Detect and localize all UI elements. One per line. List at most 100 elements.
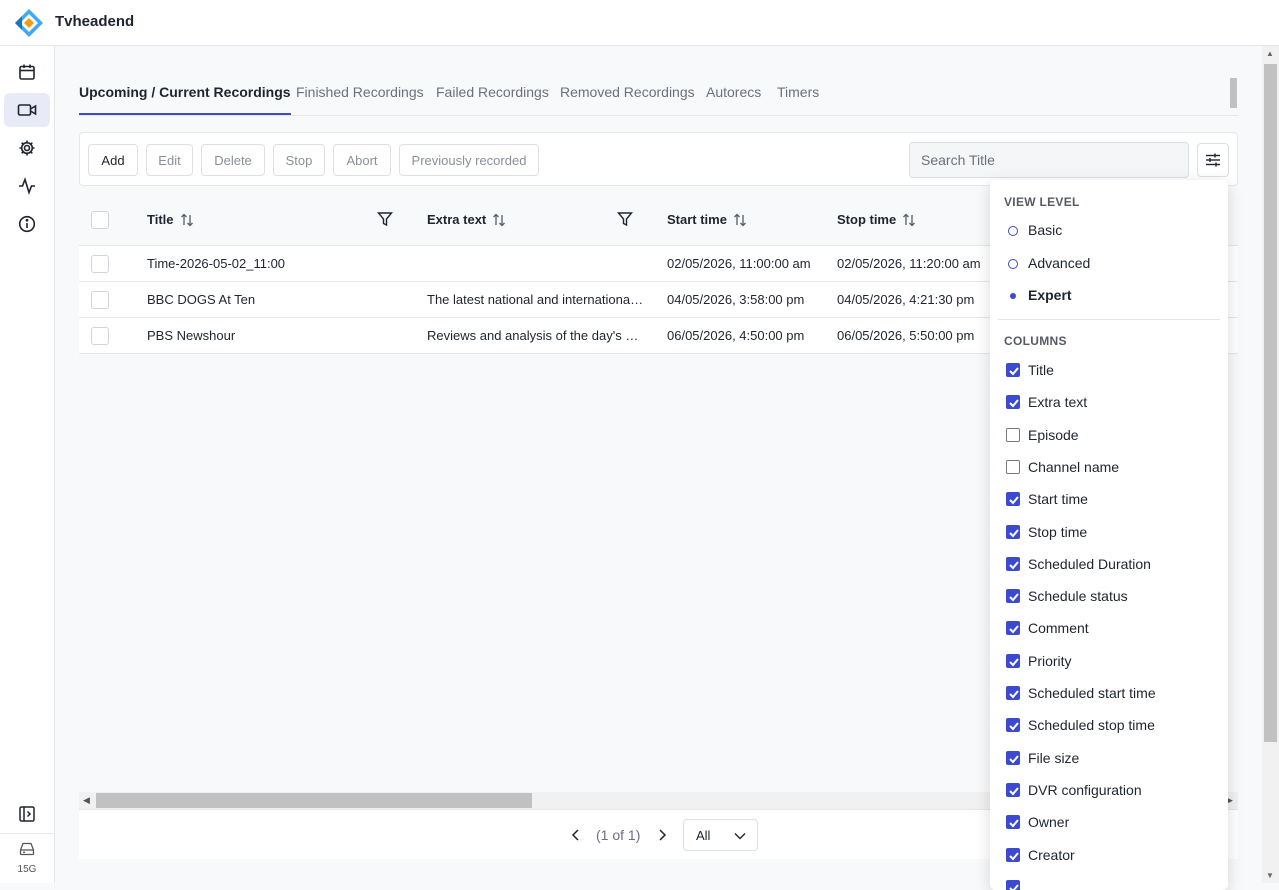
- activity-icon: [19, 177, 35, 195]
- tab-timers[interactable]: Timers: [777, 84, 819, 115]
- cell-extra-text: The latest national and international ne…: [427, 292, 645, 307]
- sidebar-toggle-button[interactable]: [4, 797, 50, 831]
- column-header-stop-time-label: Stop time: [837, 212, 897, 227]
- column-toggle-label: Priority: [1028, 652, 1072, 669]
- tabs-scrollbar[interactable]: [1229, 70, 1239, 116]
- sidebar-item-dvr[interactable]: [4, 93, 50, 127]
- toolbar: Add Edit Delete Stop Abort Previously re…: [79, 132, 1238, 186]
- previously-recorded-button[interactable]: Previously recorded: [399, 144, 539, 176]
- checkbox-checked-icon: [1006, 621, 1020, 636]
- tvheadend-logo-icon[interactable]: [14, 8, 44, 38]
- add-button[interactable]: Add: [88, 144, 138, 176]
- video-camera-icon: [17, 104, 37, 116]
- delete-button[interactable]: Delete: [201, 144, 265, 176]
- sidebar-collapse-icon: [19, 806, 35, 822]
- sort-icon[interactable]: [492, 213, 506, 227]
- scroll-left-icon[interactable]: ◀: [83, 795, 90, 806]
- column-toggle-label: Scheduled Duration: [1028, 555, 1151, 572]
- column-toggle-label: Episode: [1028, 426, 1079, 443]
- sidebar-item-configuration[interactable]: [4, 131, 50, 165]
- radio-label: Advanced: [1028, 255, 1091, 271]
- tabs-divider: [79, 115, 1238, 116]
- column-header-title-label: Title: [147, 212, 174, 227]
- checkbox-checked-icon: [1006, 718, 1020, 733]
- storage-free-label: 15G: [17, 864, 37, 875]
- chevron-down-icon: [734, 833, 746, 840]
- page-vertical-scrollbar[interactable]: ▲ ▼: [1262, 46, 1279, 883]
- abort-button[interactable]: Abort: [333, 144, 391, 176]
- cell-title: Time-2026-05-02_11:00: [147, 256, 286, 271]
- filter-icon[interactable]: [617, 211, 633, 227]
- edit-button[interactable]: Edit: [146, 144, 193, 176]
- sort-icon[interactable]: [902, 213, 916, 227]
- search-input[interactable]: [909, 142, 1189, 178]
- column-settings-panel: VIEW LEVEL Basic Advanced Expert COLUMNS…: [990, 180, 1228, 890]
- tab-autorecs[interactable]: Autorecs: [706, 84, 761, 115]
- column-toggle-label: Extra text: [1028, 394, 1088, 411]
- sidebar-item-epg[interactable]: [4, 55, 50, 89]
- scroll-thumb[interactable]: [1264, 64, 1277, 742]
- checkbox-checked-icon: [1006, 589, 1020, 604]
- checkbox-checked-icon: [1006, 653, 1020, 668]
- panel-divider: [998, 319, 1220, 320]
- checkbox-checked-icon: [1006, 847, 1020, 862]
- column-settings-button[interactable]: [1197, 143, 1229, 177]
- column-header-title[interactable]: Title: [147, 212, 194, 227]
- scroll-down-icon[interactable]: ▼: [1266, 871, 1274, 880]
- checkbox-checked-icon: [1006, 363, 1020, 377]
- column-toggle-label: Scheduled start time: [1028, 685, 1156, 701]
- column-toggle-label: Scheduled stop time: [1028, 717, 1155, 734]
- column-header-start-time-label: Start time: [667, 212, 727, 227]
- checkbox-unchecked-icon: [1006, 459, 1020, 474]
- row-checkbox[interactable]: [91, 327, 109, 345]
- info-icon: [18, 215, 36, 233]
- column-header-stop-time[interactable]: Stop time: [837, 212, 916, 227]
- column-toggle-label: Channel name: [1028, 458, 1120, 475]
- sidebar-item-status[interactable]: [4, 169, 50, 203]
- tab-removed-recordings[interactable]: Removed Recordings: [560, 84, 695, 115]
- column-toggle-label: Start time: [1028, 491, 1088, 508]
- row-checkbox[interactable]: [91, 291, 109, 309]
- column-toggle-label: Stop time: [1028, 523, 1088, 540]
- checkbox-checked-icon: [1006, 524, 1020, 539]
- filter-icon[interactable]: [377, 211, 393, 227]
- checkbox-checked-icon: [1006, 686, 1020, 700]
- cell-extra-text: Reviews and analysis of the day's news: [427, 328, 645, 343]
- cell-stop-time: 06/05/2026, 5:50:00 pm: [837, 328, 975, 343]
- cell-title: BBC DOGS At Ten: [147, 292, 256, 307]
- cell-start-time: 04/05/2026, 3:58:00 pm: [667, 292, 805, 307]
- next-page-icon[interactable]: [656, 828, 668, 842]
- checkbox-checked-icon: [1006, 782, 1020, 797]
- checkbox-checked-icon: [1006, 395, 1020, 410]
- column-toggle-label: Title: [1028, 362, 1054, 378]
- horizontal-scroll-thumb[interactable]: [96, 793, 532, 808]
- column-header-start-time[interactable]: Start time: [667, 212, 747, 227]
- tab-failed-recordings[interactable]: Failed Recordings: [436, 84, 549, 115]
- select-all-checkbox[interactable]: [91, 211, 109, 229]
- previous-page-icon[interactable]: [570, 828, 582, 842]
- sort-icon[interactable]: [180, 213, 194, 227]
- scroll-up-icon[interactable]: ▲: [1266, 49, 1274, 58]
- stop-button[interactable]: Stop: [273, 144, 325, 176]
- page-indicator: (1 of 1): [596, 827, 641, 843]
- tab-finished-recordings[interactable]: Finished Recordings: [296, 84, 424, 115]
- top-bar: Tvheadend: [0, 0, 1279, 46]
- column-toggle-label: File size: [1028, 749, 1080, 766]
- cell-title: PBS Newshour: [147, 328, 236, 343]
- page-size-select[interactable]: All: [683, 819, 758, 851]
- column-toggle-label: DVR configuration: [1028, 781, 1142, 798]
- sliders-icon: [1206, 153, 1220, 167]
- columns-heading: COLUMNS: [1004, 334, 1067, 348]
- checkbox-checked-icon: [1006, 492, 1020, 507]
- cell-start-time: 06/05/2026, 4:50:00 pm: [667, 328, 805, 343]
- hard-drive-icon: [19, 842, 35, 856]
- row-checkbox[interactable]: [91, 255, 109, 273]
- checkbox-checked-icon: [1006, 879, 1020, 890]
- sort-icon[interactable]: [733, 213, 747, 227]
- view-level-heading: VIEW LEVEL: [1004, 195, 1080, 209]
- sidebar-item-about[interactable]: [4, 207, 50, 241]
- tabs-scroll-thumb[interactable]: [1230, 78, 1237, 108]
- tab-upcoming-recordings[interactable]: Upcoming / Current Recordings: [79, 84, 291, 115]
- checkbox-unchecked-icon: [1006, 427, 1020, 442]
- column-header-extra-text[interactable]: Extra text: [427, 212, 506, 227]
